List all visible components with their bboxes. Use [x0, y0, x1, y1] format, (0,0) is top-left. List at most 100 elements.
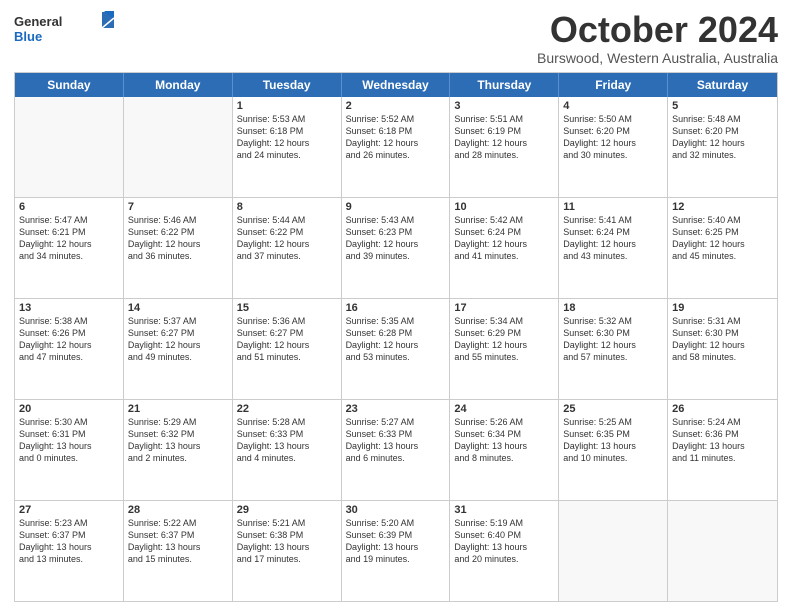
day-31: 31Sunrise: 5:19 AM Sunset: 6:40 PM Dayli… — [450, 501, 559, 601]
day-info-18: Sunrise: 5:32 AM Sunset: 6:30 PM Dayligh… — [563, 315, 663, 364]
calendar-header: SundayMondayTuesdayWednesdayThursdayFrid… — [15, 73, 777, 97]
day-7: 7Sunrise: 5:46 AM Sunset: 6:22 PM Daylig… — [124, 198, 233, 298]
day-number-29: 29 — [237, 504, 337, 516]
day-info-4: Sunrise: 5:50 AM Sunset: 6:20 PM Dayligh… — [563, 113, 663, 162]
empty-cell-0-0 — [15, 97, 124, 197]
day-18: 18Sunrise: 5:32 AM Sunset: 6:30 PM Dayli… — [559, 299, 668, 399]
day-info-8: Sunrise: 5:44 AM Sunset: 6:22 PM Dayligh… — [237, 214, 337, 263]
day-number-28: 28 — [128, 504, 228, 516]
day-info-6: Sunrise: 5:47 AM Sunset: 6:21 PM Dayligh… — [19, 214, 119, 263]
logo-svg: General Blue — [14, 10, 114, 46]
day-number-26: 26 — [672, 403, 773, 415]
header: General Blue October 2024 Burswood, West… — [14, 10, 778, 66]
day-info-31: Sunrise: 5:19 AM Sunset: 6:40 PM Dayligh… — [454, 517, 554, 566]
day-3: 3Sunrise: 5:51 AM Sunset: 6:19 PM Daylig… — [450, 97, 559, 197]
day-number-2: 2 — [346, 100, 446, 112]
day-number-31: 31 — [454, 504, 554, 516]
day-25: 25Sunrise: 5:25 AM Sunset: 6:35 PM Dayli… — [559, 400, 668, 500]
calendar: SundayMondayTuesdayWednesdayThursdayFrid… — [14, 72, 778, 602]
day-number-3: 3 — [454, 100, 554, 112]
day-info-14: Sunrise: 5:37 AM Sunset: 6:27 PM Dayligh… — [128, 315, 228, 364]
day-20: 20Sunrise: 5:30 AM Sunset: 6:31 PM Dayli… — [15, 400, 124, 500]
day-1: 1Sunrise: 5:53 AM Sunset: 6:18 PM Daylig… — [233, 97, 342, 197]
day-number-9: 9 — [346, 201, 446, 213]
day-info-11: Sunrise: 5:41 AM Sunset: 6:24 PM Dayligh… — [563, 214, 663, 263]
day-info-26: Sunrise: 5:24 AM Sunset: 6:36 PM Dayligh… — [672, 416, 773, 465]
day-info-3: Sunrise: 5:51 AM Sunset: 6:19 PM Dayligh… — [454, 113, 554, 162]
day-info-2: Sunrise: 5:52 AM Sunset: 6:18 PM Dayligh… — [346, 113, 446, 162]
day-info-24: Sunrise: 5:26 AM Sunset: 6:34 PM Dayligh… — [454, 416, 554, 465]
day-14: 14Sunrise: 5:37 AM Sunset: 6:27 PM Dayli… — [124, 299, 233, 399]
day-26: 26Sunrise: 5:24 AM Sunset: 6:36 PM Dayli… — [668, 400, 777, 500]
weekday-header-monday: Monday — [124, 73, 233, 97]
day-number-12: 12 — [672, 201, 773, 213]
subtitle: Burswood, Western Australia, Australia — [537, 50, 778, 66]
weekday-header-thursday: Thursday — [450, 73, 559, 97]
day-9: 9Sunrise: 5:43 AM Sunset: 6:23 PM Daylig… — [342, 198, 451, 298]
day-4: 4Sunrise: 5:50 AM Sunset: 6:20 PM Daylig… — [559, 97, 668, 197]
day-number-6: 6 — [19, 201, 119, 213]
day-info-28: Sunrise: 5:22 AM Sunset: 6:37 PM Dayligh… — [128, 517, 228, 566]
day-number-27: 27 — [19, 504, 119, 516]
svg-text:General: General — [14, 14, 62, 29]
calendar-week-3: 13Sunrise: 5:38 AM Sunset: 6:26 PM Dayli… — [15, 298, 777, 399]
day-number-4: 4 — [563, 100, 663, 112]
day-23: 23Sunrise: 5:27 AM Sunset: 6:33 PM Dayli… — [342, 400, 451, 500]
day-10: 10Sunrise: 5:42 AM Sunset: 6:24 PM Dayli… — [450, 198, 559, 298]
title-block: October 2024 Burswood, Western Australia… — [537, 10, 778, 66]
day-15: 15Sunrise: 5:36 AM Sunset: 6:27 PM Dayli… — [233, 299, 342, 399]
day-info-21: Sunrise: 5:29 AM Sunset: 6:32 PM Dayligh… — [128, 416, 228, 465]
calendar-week-2: 6Sunrise: 5:47 AM Sunset: 6:21 PM Daylig… — [15, 197, 777, 298]
day-info-10: Sunrise: 5:42 AM Sunset: 6:24 PM Dayligh… — [454, 214, 554, 263]
day-info-5: Sunrise: 5:48 AM Sunset: 6:20 PM Dayligh… — [672, 113, 773, 162]
weekday-header-wednesday: Wednesday — [342, 73, 451, 97]
day-16: 16Sunrise: 5:35 AM Sunset: 6:28 PM Dayli… — [342, 299, 451, 399]
empty-cell-4-5 — [559, 501, 668, 601]
calendar-week-4: 20Sunrise: 5:30 AM Sunset: 6:31 PM Dayli… — [15, 399, 777, 500]
day-number-7: 7 — [128, 201, 228, 213]
day-number-22: 22 — [237, 403, 337, 415]
day-info-7: Sunrise: 5:46 AM Sunset: 6:22 PM Dayligh… — [128, 214, 228, 263]
day-number-24: 24 — [454, 403, 554, 415]
day-number-21: 21 — [128, 403, 228, 415]
day-info-15: Sunrise: 5:36 AM Sunset: 6:27 PM Dayligh… — [237, 315, 337, 364]
day-info-13: Sunrise: 5:38 AM Sunset: 6:26 PM Dayligh… — [19, 315, 119, 364]
day-29: 29Sunrise: 5:21 AM Sunset: 6:38 PM Dayli… — [233, 501, 342, 601]
weekday-header-friday: Friday — [559, 73, 668, 97]
month-title: October 2024 — [537, 10, 778, 50]
empty-cell-0-1 — [124, 97, 233, 197]
day-number-16: 16 — [346, 302, 446, 314]
day-24: 24Sunrise: 5:26 AM Sunset: 6:34 PM Dayli… — [450, 400, 559, 500]
day-number-19: 19 — [672, 302, 773, 314]
day-info-22: Sunrise: 5:28 AM Sunset: 6:33 PM Dayligh… — [237, 416, 337, 465]
day-info-27: Sunrise: 5:23 AM Sunset: 6:37 PM Dayligh… — [19, 517, 119, 566]
day-info-30: Sunrise: 5:20 AM Sunset: 6:39 PM Dayligh… — [346, 517, 446, 566]
day-number-18: 18 — [563, 302, 663, 314]
day-info-19: Sunrise: 5:31 AM Sunset: 6:30 PM Dayligh… — [672, 315, 773, 364]
calendar-week-1: 1Sunrise: 5:53 AM Sunset: 6:18 PM Daylig… — [15, 97, 777, 197]
day-17: 17Sunrise: 5:34 AM Sunset: 6:29 PM Dayli… — [450, 299, 559, 399]
day-2: 2Sunrise: 5:52 AM Sunset: 6:18 PM Daylig… — [342, 97, 451, 197]
day-number-10: 10 — [454, 201, 554, 213]
day-info-16: Sunrise: 5:35 AM Sunset: 6:28 PM Dayligh… — [346, 315, 446, 364]
day-28: 28Sunrise: 5:22 AM Sunset: 6:37 PM Dayli… — [124, 501, 233, 601]
day-info-17: Sunrise: 5:34 AM Sunset: 6:29 PM Dayligh… — [454, 315, 554, 364]
day-info-9: Sunrise: 5:43 AM Sunset: 6:23 PM Dayligh… — [346, 214, 446, 263]
day-number-20: 20 — [19, 403, 119, 415]
day-number-30: 30 — [346, 504, 446, 516]
day-number-25: 25 — [563, 403, 663, 415]
day-info-20: Sunrise: 5:30 AM Sunset: 6:31 PM Dayligh… — [19, 416, 119, 465]
day-number-14: 14 — [128, 302, 228, 314]
day-info-1: Sunrise: 5:53 AM Sunset: 6:18 PM Dayligh… — [237, 113, 337, 162]
day-info-29: Sunrise: 5:21 AM Sunset: 6:38 PM Dayligh… — [237, 517, 337, 566]
weekday-header-saturday: Saturday — [668, 73, 777, 97]
day-21: 21Sunrise: 5:29 AM Sunset: 6:32 PM Dayli… — [124, 400, 233, 500]
day-info-25: Sunrise: 5:25 AM Sunset: 6:35 PM Dayligh… — [563, 416, 663, 465]
day-11: 11Sunrise: 5:41 AM Sunset: 6:24 PM Dayli… — [559, 198, 668, 298]
svg-text:Blue: Blue — [14, 29, 42, 44]
day-number-8: 8 — [237, 201, 337, 213]
day-number-15: 15 — [237, 302, 337, 314]
day-19: 19Sunrise: 5:31 AM Sunset: 6:30 PM Dayli… — [668, 299, 777, 399]
day-12: 12Sunrise: 5:40 AM Sunset: 6:25 PM Dayli… — [668, 198, 777, 298]
day-6: 6Sunrise: 5:47 AM Sunset: 6:21 PM Daylig… — [15, 198, 124, 298]
